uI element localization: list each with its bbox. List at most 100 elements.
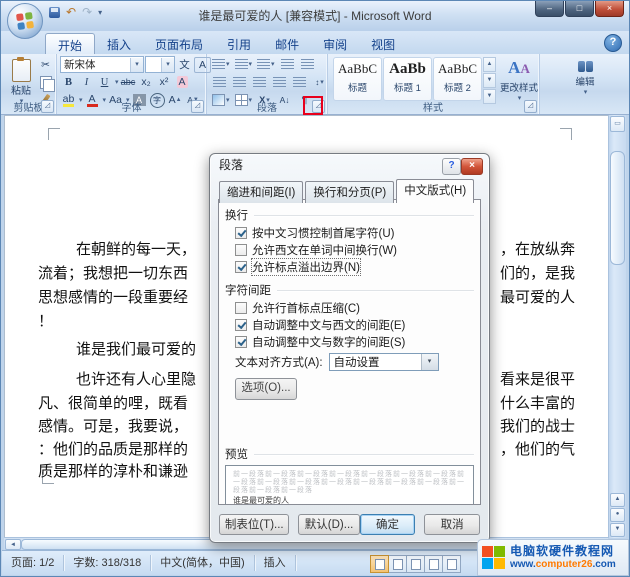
previous-page-icon[interactable]: ▲ bbox=[610, 493, 625, 507]
character-border-icon: A bbox=[199, 59, 206, 71]
checkbox-compress-punctuation[interactable]: 允许行首标点压缩(C) bbox=[235, 300, 474, 315]
clipboard-dialog-launcher[interactable]: ◿ bbox=[41, 100, 54, 113]
font-group-label: 字体 bbox=[57, 99, 206, 114]
style-normal[interactable]: AaBbC 标题 bbox=[333, 57, 382, 101]
style-heading2[interactable]: AaBbC 标题 2 bbox=[433, 57, 482, 101]
font-name-combo[interactable]: 新宋体 ▾ bbox=[60, 56, 144, 73]
tab-references[interactable]: 引用 bbox=[215, 33, 263, 54]
draft-view-button[interactable] bbox=[443, 555, 461, 573]
underline-button[interactable]: U bbox=[96, 74, 113, 90]
text-alignment-combo[interactable]: 自动设置 ▾ bbox=[329, 353, 439, 371]
vertical-scrollbar[interactable]: ▭ ▲ ● ▼ bbox=[608, 115, 626, 538]
tab-review[interactable]: 审阅 bbox=[311, 33, 359, 54]
dialog-help-button[interactable]: ? bbox=[442, 158, 461, 175]
style-sample: AaBbC bbox=[434, 58, 481, 80]
cancel-button[interactable]: 取消 bbox=[424, 514, 480, 535]
font-dialog-launcher[interactable]: ◿ bbox=[191, 100, 204, 113]
chevron-down-icon: ▾ bbox=[584, 88, 588, 96]
tab-mailings[interactable]: 邮件 bbox=[263, 33, 311, 54]
increase-indent-button[interactable] bbox=[299, 56, 316, 72]
justify-button[interactable] bbox=[271, 74, 288, 90]
align-left-button[interactable] bbox=[211, 74, 228, 90]
options-button[interactable]: 选项(O)... bbox=[235, 378, 297, 400]
checkbox-space-asian-latin[interactable]: 自动调整中文与西文的间距(E) bbox=[235, 317, 474, 332]
binoculars-icon bbox=[578, 61, 593, 72]
outline-view-button[interactable] bbox=[425, 555, 443, 573]
dialog-tab-asian-typography[interactable]: 中文版式(H) bbox=[396, 179, 474, 203]
word-count[interactable]: 字数: 318/318 bbox=[64, 555, 151, 571]
tab-home[interactable]: 开始 bbox=[45, 33, 95, 54]
group-font: 新宋体 ▾ ▾ 文 A B I U▾ abc x₂ x² A ab▾ bbox=[57, 54, 207, 114]
dialog-tab-line-page-breaks[interactable]: 换行和分页(P) bbox=[305, 181, 394, 203]
dialog-tab-indents-spacing[interactable]: 缩进和间距(I) bbox=[219, 181, 303, 203]
tab-insert[interactable]: 插入 bbox=[95, 33, 143, 54]
web-layout-view-button[interactable] bbox=[407, 555, 425, 573]
style-heading1[interactable]: AaBb 标题 1 bbox=[383, 57, 432, 101]
subscript-button[interactable]: x₂ bbox=[138, 74, 155, 90]
ok-button[interactable]: 确定 bbox=[360, 514, 416, 535]
minimize-button[interactable]: – bbox=[535, 1, 564, 17]
language-indicator[interactable]: 中文(简体，中国) bbox=[151, 555, 254, 571]
chevron-down-icon: ▾ bbox=[271, 60, 275, 68]
phonetic-guide-button[interactable]: 文 bbox=[176, 57, 193, 73]
document-text-fragment: 感情。可是，我要说， bbox=[38, 415, 188, 436]
dialog-close-button[interactable]: × bbox=[461, 158, 483, 175]
distribute-button[interactable] bbox=[291, 74, 308, 90]
strikethrough-button[interactable]: abc bbox=[120, 74, 137, 90]
fullscreen-reading-view-button[interactable] bbox=[389, 555, 407, 573]
copy-button[interactable] bbox=[37, 74, 54, 90]
default-button[interactable]: 默认(D)... bbox=[298, 514, 359, 535]
styles-dialog-launcher[interactable]: ◿ bbox=[524, 100, 537, 113]
line-spacing-button[interactable]: ↕▾ bbox=[311, 74, 328, 90]
checkbox-first-last-chars[interactable]: 按中文习惯控制首尾字符(U) bbox=[235, 225, 474, 240]
multilevel-list-button[interactable]: ▾ bbox=[256, 56, 276, 72]
bullets-button[interactable]: ▾ bbox=[211, 56, 231, 72]
page-indicator[interactable]: 页面: 1/2 bbox=[2, 555, 64, 571]
editing-button[interactable]: 编辑 ▾ bbox=[564, 56, 606, 97]
superscript-button[interactable]: x² bbox=[156, 74, 173, 90]
gallery-down-icon[interactable]: ▼ bbox=[483, 73, 496, 88]
bold-button[interactable]: B bbox=[60, 74, 77, 90]
next-page-icon[interactable]: ▼ bbox=[610, 523, 625, 537]
checkbox-icon[interactable] bbox=[235, 244, 247, 256]
decrease-indent-button[interactable] bbox=[279, 56, 296, 72]
checkbox-break-latin-words[interactable]: 允许西文在单词中间换行(W) bbox=[235, 242, 474, 257]
paste-label: 粘贴 bbox=[11, 82, 31, 97]
office-button[interactable] bbox=[7, 3, 43, 39]
checkbox-icon[interactable] bbox=[235, 227, 247, 239]
underline-dropdown-icon[interactable]: ▾ bbox=[115, 78, 119, 86]
change-styles-button[interactable]: AA 更改样式 ▾ bbox=[499, 56, 539, 103]
checkbox-hanging-punctuation[interactable]: 允许标点溢出边界(N) bbox=[235, 259, 474, 274]
checkbox-space-asian-digits[interactable]: 自动调整中文与数字的间距(S) bbox=[235, 334, 474, 349]
group-styles: AaBbC 标题 AaBb 标题 1 AaBbC 标题 2 ▲ ▼ ▼ AA 更… bbox=[327, 54, 540, 114]
tabs-button[interactable]: 制表位(T)... bbox=[219, 514, 289, 535]
group-linebreak-title: 换行 bbox=[225, 207, 474, 223]
checkbox-icon[interactable] bbox=[235, 302, 247, 314]
insert-mode-indicator[interactable]: 插入 bbox=[255, 555, 296, 571]
checkbox-label: 自动调整中文与数字的间距(S) bbox=[252, 334, 405, 350]
align-right-button[interactable] bbox=[251, 74, 268, 90]
group-preview-title: 预览 bbox=[225, 446, 474, 462]
maximize-button[interactable]: □ bbox=[565, 1, 594, 17]
italic-button[interactable]: I bbox=[78, 74, 95, 90]
align-center-button[interactable] bbox=[231, 74, 248, 90]
checkbox-icon[interactable] bbox=[235, 261, 247, 273]
help-icon[interactable]: ? bbox=[604, 34, 622, 52]
font-size-combo[interactable]: ▾ bbox=[145, 56, 175, 73]
tab-view[interactable]: 视图 bbox=[359, 33, 407, 54]
close-button[interactable]: × bbox=[595, 1, 624, 17]
scrollbar-thumb[interactable] bbox=[610, 151, 625, 265]
cut-button[interactable]: ✂ bbox=[37, 57, 54, 73]
checkbox-icon[interactable] bbox=[235, 336, 247, 348]
gallery-up-icon[interactable]: ▲ bbox=[483, 57, 496, 72]
browse-object-icon[interactable]: ● bbox=[610, 508, 625, 522]
print-layout-view-button[interactable] bbox=[370, 555, 389, 573]
checkbox-icon[interactable] bbox=[235, 319, 247, 331]
ruler-toggle-icon[interactable]: ▭ bbox=[610, 116, 625, 132]
scroll-left-icon[interactable]: ◄ bbox=[5, 539, 21, 550]
tab-page-layout[interactable]: 页面布局 bbox=[143, 33, 215, 54]
numbering-button[interactable]: ▾ bbox=[234, 56, 254, 72]
clear-formatting-button[interactable]: A bbox=[174, 74, 191, 90]
chevron-down-icon: ▾ bbox=[226, 60, 230, 68]
style-sample: AaBbC bbox=[334, 58, 381, 80]
